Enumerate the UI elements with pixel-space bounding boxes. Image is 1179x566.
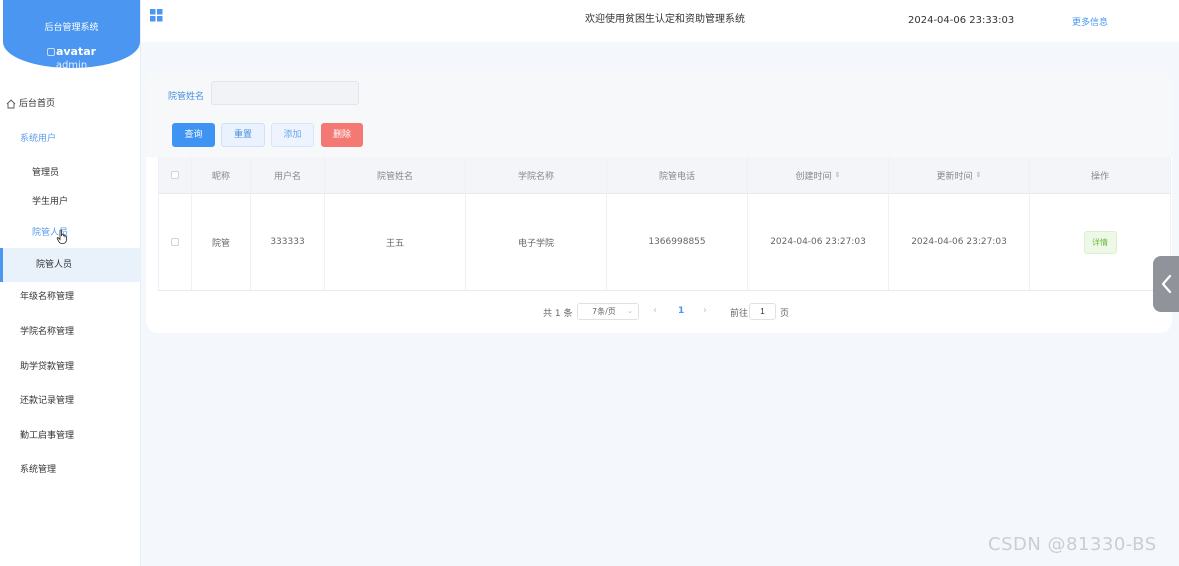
- col-header-updated-label: 更新时间: [936, 171, 973, 182]
- top-header: 欢迎使用贫困生认定和资助管理系统 2024-04-06 23:33:03 更多信…: [141, 0, 1179, 42]
- cell-username: 333333: [251, 194, 325, 290]
- cell-phone: 1366998855: [607, 194, 748, 290]
- pagination-total: 共 1 条: [543, 309, 573, 319]
- add-button[interactable]: 添加: [271, 123, 314, 147]
- search-label: 院管姓名: [168, 92, 205, 102]
- sort-icon[interactable]: ⇕: [835, 171, 841, 179]
- sidebar-item-home[interactable]: 后台首页: [0, 87, 141, 121]
- more-info-link[interactable]: 更多信息: [1072, 15, 1108, 28]
- col-header-phone: 院管电话: [607, 157, 748, 193]
- sidebar-item-label: 学生用户: [32, 197, 69, 207]
- select-all-cell: [158, 157, 192, 193]
- avatar[interactable]: avatar: [3, 45, 140, 58]
- page-title: 欢迎使用贫困生认定和资助管理系统: [585, 14, 745, 25]
- row-checkbox[interactable]: [171, 238, 179, 246]
- cell-updated: 2024-04-06 23:27:03: [889, 194, 1030, 290]
- search-form: 院管姓名 查询 重置 添加 删除: [146, 71, 1172, 157]
- col-header-username: 用户名: [251, 157, 325, 193]
- page-number-current[interactable]: 1: [678, 306, 684, 316]
- sidebar: 后台管理系统 avatar admin 后台首页 系统用户 管理员 学生用户 院…: [0, 0, 141, 566]
- sidebar-item-label: 后台首页: [19, 99, 56, 109]
- sidebar-item-label: 系统管理: [20, 465, 57, 475]
- table-header: 昵称 用户名 院管姓名 学院名称 院管电话 创建时间 ⇕ 更新时间 ⇕ 操作: [158, 157, 1171, 194]
- sidebar-item-repayment-records[interactable]: 还款记录管理: [0, 384, 141, 418]
- sidebar-item-grade-names[interactable]: 年级名称管理: [0, 280, 141, 314]
- brand-title: 后台管理系统: [44, 23, 99, 33]
- col-header-nickname: 昵称: [192, 157, 251, 193]
- sidebar-item-college-staff-group[interactable]: 院管人员: [0, 216, 141, 250]
- cell-created: 2024-04-06 23:27:03: [748, 194, 889, 290]
- username: admin: [55, 60, 88, 68]
- sidebar-item-label: 系统用户: [20, 134, 57, 144]
- query-button[interactable]: 查询: [172, 123, 215, 147]
- chevron-left-icon: [1161, 274, 1172, 294]
- cell-college: 电子学院: [466, 194, 607, 290]
- chevron-down-icon: ⌄: [627, 307, 633, 315]
- sidebar-item-student-users[interactable]: 学生用户: [0, 185, 141, 219]
- select-all-checkbox[interactable]: [171, 171, 179, 179]
- sort-icon[interactable]: ⇕: [976, 171, 982, 179]
- next-page-icon[interactable]: ›: [703, 305, 707, 316]
- detail-button[interactable]: 详情: [1083, 230, 1117, 254]
- header-datetime: 2024-04-06 23:33:03: [908, 15, 1015, 26]
- cell-staff-name: 王五: [325, 194, 466, 290]
- sidebar-item-system-users[interactable]: 系统用户: [0, 122, 141, 156]
- hand-cursor-icon: [56, 229, 67, 244]
- sidebar-item-label: 年级名称管理: [20, 292, 75, 302]
- brand-header: 后台管理系统 avatar admin: [3, 0, 140, 68]
- sidebar-item-label: 管理员: [32, 168, 60, 178]
- search-input[interactable]: [211, 81, 359, 105]
- data-table: 昵称 用户名 院管姓名 学院名称 院管电话 创建时间 ⇕ 更新时间 ⇕ 操作 院管 …: [158, 157, 1171, 292]
- grid-menu-icon[interactable]: [150, 9, 163, 22]
- collapse-panel-button[interactable]: [1153, 256, 1179, 312]
- cell-nickname: 院管: [192, 194, 251, 290]
- content-panel: 院管姓名 查询 重置 添加 删除 昵称 用户名 院管姓名 学院名称 院管电话 创…: [146, 71, 1172, 333]
- sidebar-item-college-names[interactable]: 学院名称管理: [0, 315, 141, 349]
- home-icon: [6, 99, 16, 109]
- broken-image-icon: [46, 48, 55, 56]
- sidebar-item-label: 助学贷款管理: [20, 362, 75, 372]
- delete-button[interactable]: 删除: [321, 123, 363, 147]
- page-size-value: 7条/页: [592, 307, 616, 316]
- sidebar-item-student-loans[interactable]: 助学贷款管理: [0, 350, 141, 384]
- pagination: 共 1 条 7条/页 ⌄ ‹ 1 › 前往 页: [146, 303, 1172, 321]
- col-header-actions: 操作: [1030, 157, 1171, 193]
- goto-page-input[interactable]: [749, 303, 776, 320]
- sidebar-item-work-study[interactable]: 勤工启事管理: [0, 419, 141, 453]
- sidebar-item-college-staff[interactable]: 院管人员: [0, 248, 141, 282]
- col-header-created[interactable]: 创建时间 ⇕: [748, 157, 889, 193]
- col-header-college: 学院名称: [466, 157, 607, 193]
- watermark: CSDN @81330-BS: [988, 534, 1157, 555]
- reset-button[interactable]: 重置: [221, 123, 265, 147]
- sidebar-item-label: 还款记录管理: [20, 396, 75, 406]
- col-header-staff-name: 院管姓名: [325, 157, 466, 193]
- prev-page-icon[interactable]: ‹: [653, 305, 657, 316]
- col-header-created-label: 创建时间: [795, 171, 832, 182]
- sidebar-item-label: 勤工启事管理: [20, 431, 75, 441]
- table-row: 院管 333333 王五 电子学院 1366998855 2024-04-06 …: [158, 194, 1171, 291]
- avatar-alt: avatar: [55, 45, 97, 58]
- sidebar-item-label: 学院名称管理: [20, 327, 75, 337]
- goto-unit: 页: [780, 309, 790, 319]
- row-select-cell: [158, 194, 192, 290]
- goto-label: 前往: [730, 309, 749, 319]
- col-header-updated[interactable]: 更新时间 ⇕: [889, 157, 1030, 193]
- sidebar-item-system-management[interactable]: 系统管理: [0, 453, 141, 487]
- sidebar-item-label: 院管人员: [36, 260, 73, 270]
- page-size-select[interactable]: 7条/页 ⌄: [577, 303, 639, 320]
- cell-actions: 详情: [1030, 194, 1171, 290]
